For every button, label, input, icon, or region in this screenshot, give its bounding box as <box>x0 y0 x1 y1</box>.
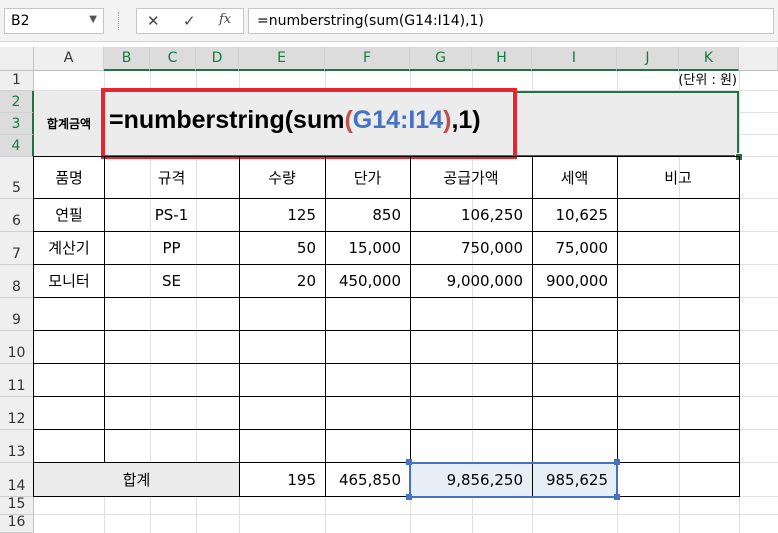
formula-text: =numberstring(sum(G14:I14),1) <box>257 13 484 29</box>
row-header-2[interactable]: 2 <box>0 91 34 113</box>
row-header-14[interactable]: 14 <box>0 463 34 497</box>
range-highlight-g14-i14[interactable] <box>409 462 618 498</box>
column-header-e[interactable]: E <box>239 47 325 71</box>
range-handle[interactable] <box>614 494 620 500</box>
name-box[interactable]: B2 ▼ <box>4 8 104 34</box>
column-header-j[interactable]: J <box>617 47 679 71</box>
formula-bar-separator <box>118 12 121 30</box>
column-header-g[interactable]: G <box>410 47 472 71</box>
total-amount-label[interactable]: 합계금액 <box>34 91 104 157</box>
row-header-7[interactable]: 7 <box>0 232 34 265</box>
row-header-5[interactable]: 5 <box>0 157 34 199</box>
name-box-value: B2 <box>11 13 30 29</box>
column-header-c[interactable]: C <box>150 47 196 71</box>
column-header-d[interactable]: D <box>196 47 239 71</box>
chevron-down-icon[interactable]: ▼ <box>89 14 97 25</box>
formula-input[interactable]: =numberstring(sum(G14:I14),1) <box>248 8 774 34</box>
unit-note[interactable]: (단위 : 원) <box>617 71 737 91</box>
range-handle[interactable] <box>406 494 412 500</box>
row-header-4[interactable]: 4 <box>0 135 34 157</box>
column-header-f[interactable]: F <box>325 47 410 71</box>
column-header-b[interactable]: B <box>104 47 150 71</box>
range-handle[interactable] <box>406 459 412 465</box>
row-header-1[interactable]: 1 <box>0 71 34 91</box>
row-header-3[interactable]: 3 <box>0 113 34 135</box>
row-header-9[interactable]: 9 <box>0 298 34 331</box>
cancel-icon[interactable]: ✕ <box>147 12 160 30</box>
row-header-8[interactable]: 8 <box>0 265 34 298</box>
row-header-13[interactable]: 13 <box>0 430 34 463</box>
column-header-a[interactable]: A <box>34 47 104 71</box>
row-header-11[interactable]: 11 <box>0 364 34 397</box>
formula-buttons: ✕ ✓ fx <box>136 8 244 34</box>
column-header-i[interactable]: I <box>532 47 617 71</box>
fx-icon[interactable]: fx <box>219 12 231 27</box>
row-header-6[interactable]: 6 <box>0 199 34 232</box>
row-header-15[interactable]: 15 <box>0 496 34 515</box>
column-header-h[interactable]: H <box>472 47 532 71</box>
row-header-16[interactable]: 16 <box>0 514 34 533</box>
row-header-12[interactable]: 12 <box>0 397 34 430</box>
select-all-corner[interactable] <box>0 47 34 71</box>
row-header-10[interactable]: 10 <box>0 331 34 364</box>
big-formula-text: =numberstring(sum(G14:I14),1) <box>109 106 481 134</box>
enter-icon[interactable]: ✓ <box>183 12 196 30</box>
column-header-k[interactable]: K <box>679 47 739 71</box>
column-header-l[interactable] <box>739 47 778 71</box>
range-handle[interactable] <box>614 459 620 465</box>
formula-highlight-box: =numberstring(sum(G14:I14),1) <box>101 88 517 159</box>
formula-bar-area: B2 ▼ ✕ ✓ fx =numberstring(sum(G14:I14),1… <box>0 0 778 42</box>
